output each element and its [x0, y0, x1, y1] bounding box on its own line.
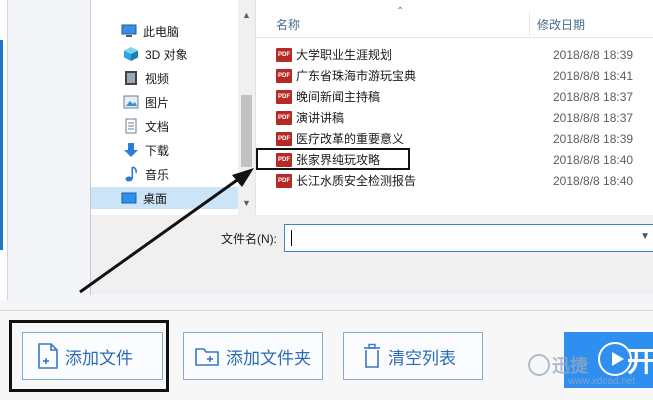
- filename-label: 文件名(N):: [221, 232, 277, 246]
- column-separator[interactable]: [529, 12, 530, 36]
- file-row[interactable]: PDF 医疗改革的重要意义 2018/8/8 18:39: [276, 128, 646, 149]
- file-date: 2018/8/8 18:37: [553, 110, 634, 125]
- watermark: 迅捷 www.xdcad.net: [528, 352, 648, 396]
- file-list-pane: ⌃ 名称 修改日期 PDF 大学职业生涯规划 2018/8/8 18:39 PD…: [256, 0, 653, 215]
- desktop-icon: [121, 190, 137, 206]
- add-folder-icon: [194, 345, 220, 367]
- clear-list-button[interactable]: 清空列表: [343, 332, 483, 380]
- nav-item-label: 下载: [145, 143, 170, 158]
- file-name: 晚间新闻主持稿: [296, 90, 381, 104]
- pdf-file-icon: PDF: [276, 68, 292, 83]
- text-caret: [291, 230, 292, 246]
- file-date: 2018/8/8 18:39: [553, 131, 634, 146]
- file-row[interactable]: PDF 演讲讲稿 2018/8/8 18:37: [276, 107, 646, 128]
- filename-input[interactable]: ▼: [284, 224, 653, 252]
- file-date: 2018/8/8 18:40: [553, 173, 634, 188]
- download-icon: [123, 142, 139, 158]
- file-date: 2018/8/8 18:37: [553, 89, 634, 104]
- watermark-text: 迅捷: [552, 356, 588, 376]
- cube-icon: [123, 46, 139, 62]
- file-name: 演讲讲稿: [296, 111, 345, 125]
- nav-item-videos[interactable]: 视频: [123, 67, 169, 89]
- chevron-down-icon[interactable]: ▼: [640, 231, 650, 242]
- app-edge-accent: [0, 40, 3, 250]
- file-row[interactable]: PDF 大学职业生涯规划 2018/8/8 18:39: [276, 44, 646, 65]
- nav-item-label: 此电脑: [143, 24, 180, 39]
- nav-item-label: 桌面: [143, 191, 168, 206]
- clear-list-label: 清空列表: [388, 348, 456, 368]
- nav-item-music[interactable]: 音乐: [123, 163, 169, 185]
- nav-item-label: 文档: [145, 119, 170, 134]
- file-name: 广东省珠海市游玩宝典: [296, 69, 417, 83]
- file-name: 大学职业生涯规划: [296, 48, 393, 62]
- column-header-row: ⌃ 名称 修改日期: [256, 0, 653, 38]
- nav-item-downloads[interactable]: 下载: [123, 139, 169, 161]
- document-icon: [123, 118, 139, 134]
- scroll-down-arrow-icon[interactable]: ▼: [242, 198, 251, 208]
- file-row[interactable]: PDF 长江水质安全检测报告 2018/8/8 18:40: [276, 170, 646, 191]
- nav-item-documents[interactable]: 文档: [123, 115, 169, 137]
- navigation-pane: 此电脑 3D 对象 视频 图片 文档 下载 音乐 桌面 ▲ ▼: [91, 0, 256, 215]
- nav-item-label: 图片: [145, 95, 170, 110]
- add-folder-label: 添加文件夹: [226, 348, 311, 368]
- pdf-file-icon: PDF: [276, 110, 292, 125]
- column-header-modified[interactable]: 修改日期: [537, 16, 585, 33]
- add-folder-button[interactable]: 添加文件夹: [183, 332, 323, 380]
- sort-ascending-icon: ⌃: [396, 6, 405, 17]
- file-name: 长江水质安全检测报告: [296, 174, 417, 188]
- highlight-box-add-file: [9, 320, 169, 392]
- watermark-url: www.xdcad.net: [568, 376, 636, 387]
- nav-item-pictures[interactable]: 图片: [123, 91, 169, 113]
- file-row[interactable]: PDF 晚间新闻主持稿 2018/8/8 18:37: [276, 86, 646, 107]
- scroll-thumb[interactable]: [241, 95, 252, 167]
- nav-item-this-pc[interactable]: 此电脑: [121, 20, 179, 42]
- file-date: 2018/8/8 18:39: [553, 47, 634, 62]
- nav-scrollbar[interactable]: ▲ ▼: [238, 0, 255, 215]
- trash-icon: [362, 343, 382, 369]
- file-date: 2018/8/8 18:41: [553, 68, 634, 83]
- pdf-file-icon: PDF: [276, 47, 292, 62]
- nav-item-desktop[interactable]: 桌面: [91, 187, 239, 209]
- picture-icon: [123, 94, 139, 110]
- nav-item-3d-objects[interactable]: 3D 对象: [123, 43, 188, 65]
- watermark-logo-icon: [528, 354, 550, 376]
- music-icon: [123, 166, 139, 182]
- file-name: 医疗改革的重要意义: [296, 132, 405, 146]
- column-header-name[interactable]: 名称: [276, 16, 300, 33]
- nav-item-label: 视频: [145, 71, 170, 86]
- scroll-up-arrow-icon[interactable]: ▲: [242, 10, 251, 20]
- file-row[interactable]: PDF 广东省珠海市游玩宝典 2018/8/8 18:41: [276, 65, 646, 86]
- computer-icon: [121, 23, 137, 39]
- pdf-file-icon: PDF: [276, 131, 292, 146]
- nav-item-label: 音乐: [145, 167, 170, 182]
- pdf-file-icon: PDF: [276, 89, 292, 104]
- video-icon: [123, 70, 139, 86]
- highlight-box-file: [256, 148, 410, 170]
- nav-item-label: 3D 对象: [145, 47, 188, 62]
- file-date: 2018/8/8 18:40: [553, 152, 634, 167]
- pdf-file-icon: PDF: [276, 173, 292, 188]
